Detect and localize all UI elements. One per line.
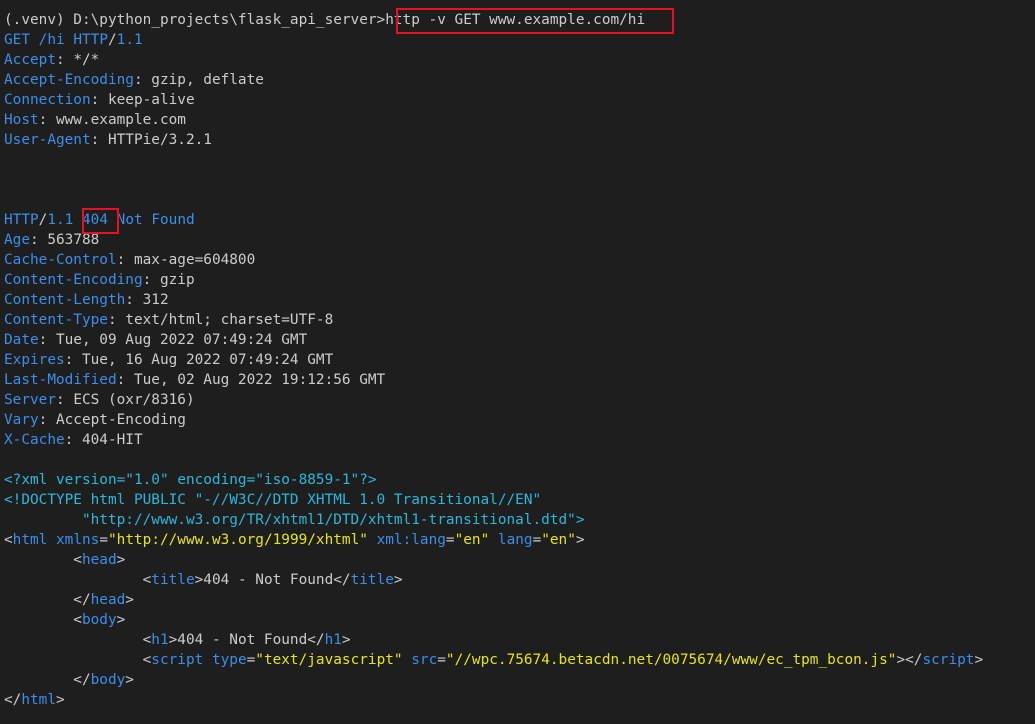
attr-name: xml:lang	[376, 532, 446, 548]
header-value: keep-alive	[107, 92, 195, 108]
head-open-tag: <head>	[4, 552, 126, 568]
request-header: Accept: */*	[4, 52, 100, 68]
script-element: <script type="text/javascript" src="//wp…	[4, 652, 984, 668]
command-highlight-box	[396, 8, 674, 34]
response-header: Cache-Control: max-age=604800	[4, 252, 256, 268]
response-header: Vary: Accept-Encoding	[4, 412, 186, 428]
header-name: Expires	[4, 352, 65, 368]
header-name: Vary	[4, 412, 39, 428]
prompt-path: (.venv) D:\python_projects\flask_api_ser…	[4, 12, 386, 28]
header-value: 563788	[47, 232, 100, 248]
tag-name: script	[151, 652, 204, 668]
attr-name: lang	[497, 532, 533, 548]
header-name: Cache-Control	[4, 252, 117, 268]
tag-name: head	[90, 592, 126, 608]
tag-name: body	[90, 672, 126, 688]
tag-name: title	[151, 572, 195, 588]
attr-value: "//wpc.75674.betacdn.net/0075674/www/ec_…	[445, 652, 897, 668]
header-name: Last-Modified	[4, 372, 117, 388]
header-name: Accept	[4, 52, 56, 68]
tag-name: title	[350, 572, 394, 588]
request-path: /hi	[38, 32, 65, 48]
attr-name: type	[211, 652, 247, 668]
header-value: 404-HIT	[81, 432, 143, 448]
request-line: GET /hi HTTP/1.1	[4, 32, 143, 48]
attr-value: "en"	[454, 532, 490, 548]
html-close-tag: </html>	[4, 692, 65, 708]
status-text: Not Found	[116, 212, 195, 228]
response-header: Expires: Tue, 16 Aug 2022 07:49:24 GMT	[4, 352, 334, 368]
request-header: Connection: keep-alive	[4, 92, 195, 108]
response-header: X-Cache: 404-HIT	[4, 432, 143, 448]
header-name: Host	[4, 112, 39, 128]
h1-text: 404 - Not Found	[177, 632, 308, 648]
request-proto: HTTP	[73, 32, 108, 48]
attr-value: "http://www.w3.org/1999/xhtml"	[108, 532, 368, 548]
response-header: Content-Type: text/html; charset=UTF-8	[4, 312, 334, 328]
tag-name: h1	[324, 632, 342, 648]
tag-name: script	[922, 652, 975, 668]
header-name: Content-Encoding	[4, 272, 143, 288]
header-value: gzip	[159, 272, 195, 288]
header-value: Tue, 09 Aug 2022 07:49:24 GMT	[55, 332, 308, 348]
status-code-highlight-box	[82, 208, 119, 234]
html-open-tag: <html xmlns="http://www.w3.org/1999/xhtm…	[4, 532, 585, 548]
xml-declaration: <?xml version="1.0" encoding="iso-8859-1…	[4, 472, 377, 488]
title-text: 404 - Not Found	[203, 572, 334, 588]
request-version: 1.1	[116, 32, 143, 48]
title-element: <title>404 - Not Found</title>	[4, 572, 403, 588]
header-name: Content-Type	[4, 312, 108, 328]
tag-name: head	[81, 552, 117, 568]
header-name: Accept-Encoding	[4, 72, 134, 88]
response-header: Content-Length: 312	[4, 292, 169, 308]
header-value: gzip, deflate	[151, 72, 264, 88]
tag-name: html	[12, 532, 48, 548]
h1-element: <h1>404 - Not Found</h1>	[4, 632, 351, 648]
head-close-tag: </head>	[4, 592, 134, 608]
body-open-tag: <body>	[4, 612, 126, 628]
terminal-window[interactable]: (.venv) D:\python_projects\flask_api_ser…	[0, 0, 1035, 724]
response-header: Last-Modified: Tue, 02 Aug 2022 19:12:56…	[4, 372, 386, 388]
header-value: max-age=604800	[133, 252, 256, 268]
header-name: Connection	[4, 92, 91, 108]
header-value: Tue, 02 Aug 2022 19:12:56 GMT	[133, 372, 386, 388]
header-value: text/html; charset=UTF-8	[125, 312, 334, 328]
response-version: 1.1	[47, 212, 74, 228]
tag-name: h1	[151, 632, 169, 648]
response-header: Server: ECS (oxr/8316)	[4, 392, 195, 408]
header-value: HTTPie/3.2.1	[107, 132, 212, 148]
attr-name: src	[411, 652, 438, 668]
body-close-tag: </body>	[4, 672, 134, 688]
header-value: 312	[142, 292, 169, 308]
header-name: Server	[4, 392, 56, 408]
header-value: */*	[73, 52, 100, 68]
tag-name: html	[21, 692, 56, 708]
attr-value: "text/javascript"	[255, 652, 403, 668]
doctype-line-1: <!DOCTYPE html PUBLIC "-//W3C//DTD XHTML…	[4, 492, 542, 508]
response-header: Date: Tue, 09 Aug 2022 07:49:24 GMT	[4, 332, 308, 348]
header-name: Date	[4, 332, 39, 348]
request-method: GET	[4, 32, 30, 48]
header-name: User-Agent	[4, 132, 91, 148]
request-header: User-Agent: HTTPie/3.2.1	[4, 132, 212, 148]
request-header: Host: www.example.com	[4, 112, 186, 128]
header-value: www.example.com	[55, 112, 186, 128]
response-header: Content-Encoding: gzip	[4, 272, 195, 288]
doctype-line-2: "http://www.w3.org/TR/xhtml1/DTD/xhtml1-…	[4, 512, 585, 528]
header-value: ECS (oxr/8316)	[73, 392, 195, 408]
header-value: Accept-Encoding	[55, 412, 186, 428]
tag-name: body	[81, 612, 117, 628]
header-name: Content-Length	[4, 292, 126, 308]
attr-name: xmlns	[56, 532, 100, 548]
response-proto: HTTP	[4, 212, 39, 228]
header-name: Age	[4, 232, 30, 248]
attr-value: "en"	[541, 532, 576, 548]
header-name: X-Cache	[4, 432, 65, 448]
request-header: Accept-Encoding: gzip, deflate	[4, 72, 264, 88]
header-value: Tue, 16 Aug 2022 07:49:24 GMT	[81, 352, 334, 368]
